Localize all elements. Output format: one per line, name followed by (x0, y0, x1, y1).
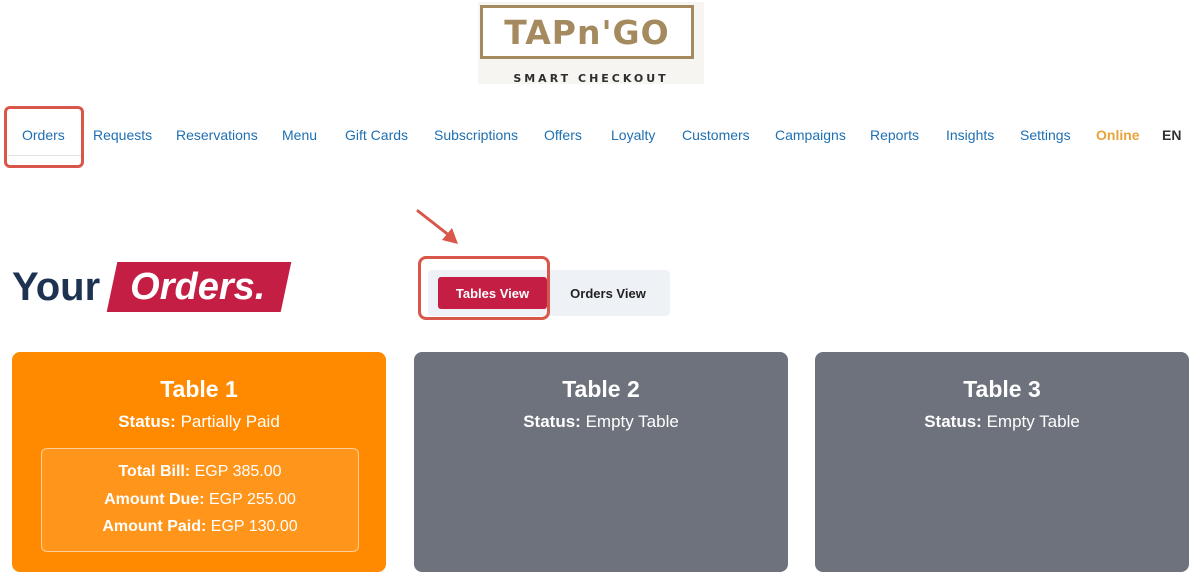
table-card-3[interactable]: Table 3 Status: Empty Table (815, 352, 1189, 572)
highlight-orders-annotation (4, 106, 84, 168)
table-status-label: Status: (118, 412, 176, 431)
language-switch[interactable]: EN (1162, 127, 1181, 143)
nav-settings[interactable]: Settings (1020, 127, 1071, 143)
logo-frame: TAPn'GO (480, 5, 694, 59)
online-status: Online (1096, 127, 1140, 143)
nav-subscriptions[interactable]: Subscriptions (434, 127, 518, 143)
nav-insights[interactable]: Insights (946, 127, 994, 143)
amount-due-value: EGP 255.00 (209, 491, 296, 508)
table-name: Table 3 (963, 376, 1041, 402)
nav-loyalty[interactable]: Loyalty (611, 127, 655, 143)
nav-customers[interactable]: Customers (682, 127, 750, 143)
table-status: Status: Partially Paid (12, 412, 386, 432)
table-status-value: Empty Table (585, 412, 679, 431)
total-bill-value: EGP 385.00 (194, 463, 282, 480)
table-status: Status: Empty Table (414, 412, 788, 432)
amount-due-label: Amount Due: (104, 491, 205, 508)
logo-wordmark: TAPn'GO (504, 12, 670, 52)
brand-logo: TAPn'GO SMART CHECKOUT (478, 2, 704, 85)
table-name: Table 2 (562, 376, 640, 402)
nav-campaigns[interactable]: Campaigns (775, 127, 846, 143)
amount-paid-value: EGP 130.00 (210, 518, 298, 535)
annotation-arrow-icon (416, 209, 458, 244)
nav-offers[interactable]: Offers (544, 127, 582, 143)
amount-paid-label: Amount Paid: (102, 518, 207, 535)
table-status-label: Status: (523, 412, 581, 431)
table-status: Status: Empty Table (815, 412, 1189, 432)
table-status-value: Empty Table (986, 412, 1080, 431)
page-title-prefix: Your (12, 264, 101, 309)
total-bill-line: Total Bill: EGP 385.00 (42, 463, 358, 481)
amount-due-line: Amount Due: EGP 255.00 (42, 491, 358, 509)
main-nav: Orders Requests Reservations Menu Gift C… (0, 116, 1195, 156)
page-title: Your Orders. (12, 262, 292, 312)
nav-gift-cards[interactable]: Gift Cards (345, 127, 408, 143)
table-name: Table 1 (160, 376, 238, 402)
page-title-highlight: Orders. (130, 266, 266, 308)
highlight-tables-view-annotation (418, 256, 550, 320)
nav-requests[interactable]: Requests (93, 127, 152, 143)
table-card-1[interactable]: Table 1 Status: Partially Paid Total Bil… (12, 352, 386, 572)
table-status-value: Partially Paid (180, 412, 280, 431)
nav-menu[interactable]: Menu (282, 127, 317, 143)
table-card-2[interactable]: Table 2 Status: Empty Table (414, 352, 788, 572)
nav-reservations[interactable]: Reservations (176, 127, 258, 143)
nav-reports[interactable]: Reports (870, 127, 919, 143)
bill-summary: Total Bill: EGP 385.00 Amount Due: EGP 2… (41, 448, 359, 552)
logo-tagline: SMART CHECKOUT (513, 72, 669, 85)
amount-paid-line: Amount Paid: EGP 130.00 (42, 518, 358, 536)
total-bill-label: Total Bill: (118, 463, 191, 480)
page-title-highlight-block: Orders. (106, 262, 292, 312)
table-status-label: Status: (924, 412, 982, 431)
orders-view-button[interactable]: Orders View (554, 277, 662, 309)
